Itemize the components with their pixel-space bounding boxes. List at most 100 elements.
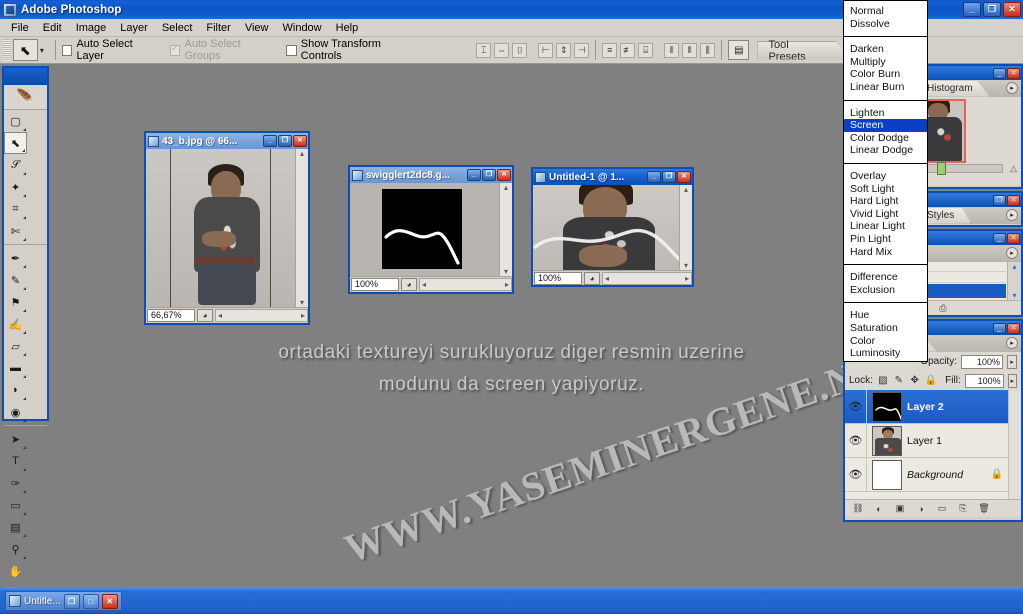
layer-thumbnail[interactable]	[872, 425, 902, 456]
menu-image[interactable]: Image	[69, 21, 114, 35]
toolbox-title-bar[interactable]	[4, 68, 47, 85]
panel-minimize-button[interactable]: _	[993, 322, 1006, 334]
document-window-untitled1[interactable]: Untitled-1 @ 1... _ ❐ ✕ ▴ ▾ 100% ◕ ◂ ▸	[531, 167, 694, 287]
panel-title-bar[interactable]: ❐ ✕	[918, 193, 1021, 207]
blend-mode-pin-light[interactable]: Pin Light	[844, 233, 927, 246]
distribute-vertical-centers-icon[interactable]: ≢	[620, 42, 636, 58]
doc-info-icon[interactable]: ◕	[584, 271, 600, 285]
rectangular-marquee-tool[interactable]: ▢	[4, 110, 27, 132]
magic-wand-tool[interactable]: ✦	[4, 176, 27, 198]
document-horizontal-scrollbar[interactable]: ◂ ▸	[602, 271, 692, 285]
panel-close-button[interactable]: ✕	[1007, 322, 1020, 334]
delete-layer-icon[interactable]: 🗑	[977, 502, 991, 515]
blend-mode-multiply[interactable]: Multiply	[844, 56, 927, 69]
zoom-level-field[interactable]: 100%	[351, 277, 399, 291]
align-right-edges-icon[interactable]: ⊣	[574, 42, 590, 58]
crop-tool[interactable]: ⌗	[4, 198, 27, 220]
taskbar-close-button[interactable]: ✕	[101, 593, 118, 609]
document-maximize-button[interactable]: ❐	[278, 135, 292, 147]
blend-mode-difference[interactable]: Difference	[844, 271, 927, 284]
panel-close-button[interactable]: ✕	[1007, 232, 1020, 244]
zoom-slider[interactable]	[920, 162, 1003, 175]
blend-mode-color-burn[interactable]: Color Burn	[844, 68, 927, 81]
blend-mode-hard-mix[interactable]: Hard Mix	[844, 246, 927, 259]
blend-mode-linear-burn[interactable]: Linear Burn	[844, 81, 927, 94]
blend-mode-color-dodge[interactable]: Color Dodge	[844, 132, 927, 145]
opacity-value-field[interactable]: 100%	[961, 354, 1003, 369]
document-minimize-button[interactable]: _	[647, 171, 661, 183]
taskbar-maximize-button[interactable]: □	[82, 593, 99, 609]
menu-layer[interactable]: Layer	[113, 21, 155, 35]
show-transform-controls-checkbox[interactable]: Show Transform Controls	[286, 38, 420, 62]
rectangle-tool[interactable]: ▭	[4, 494, 27, 516]
actions-scrollbar[interactable]: ▴ ▾	[1007, 262, 1021, 300]
document-title-bar[interactable]: Untitled-1 @ 1... _ ❐ ✕	[533, 169, 692, 185]
blend-mode-screen[interactable]: Screen	[844, 119, 927, 132]
maximize-button[interactable]: ❐	[983, 2, 1001, 17]
notes-tool[interactable]: ▤	[4, 516, 27, 538]
panel-minimize-button[interactable]: _	[993, 232, 1006, 244]
blend-mode-saturation[interactable]: Saturation	[844, 322, 927, 335]
document-horizontal-scrollbar[interactable]: ◂ ▸	[215, 308, 308, 322]
dodge-tool[interactable]: ◉	[4, 401, 27, 423]
blend-mode-color[interactable]: Color	[844, 334, 927, 347]
tool-presets-tab[interactable]: Tool Presets	[757, 40, 850, 60]
blend-mode-dissolve[interactable]: Dissolve	[844, 18, 927, 31]
blend-mode-overlay[interactable]: Overlay	[844, 170, 927, 183]
panel-menu-icon[interactable]: ▸	[1006, 337, 1018, 349]
layer-name[interactable]: Background	[907, 469, 963, 481]
zoom-level-field[interactable]: 66,67%	[147, 308, 195, 322]
fill-stepper[interactable]: ▸	[1007, 373, 1017, 388]
distribute-left-edges-icon[interactable]: ⫴	[664, 42, 680, 58]
document-canvas-untitled1[interactable]: ▴ ▾	[533, 185, 692, 270]
blend-mode-soft-light[interactable]: Soft Light	[844, 183, 927, 196]
layers-scrollbar[interactable]	[1008, 390, 1021, 499]
minimize-button[interactable]: _	[963, 2, 981, 17]
document-window-43b[interactable]: 43_b.jpg @ 66... _ ❐ ✕ ▴ ▾ 66,67% ◕ ◂ ▸	[144, 131, 310, 325]
doc-info-icon[interactable]: ◕	[197, 308, 213, 322]
hand-tool[interactable]: ✋	[4, 560, 27, 582]
align-top-edges-icon[interactable]: ⌶	[476, 42, 492, 58]
close-button[interactable]: ✕	[1003, 2, 1021, 17]
zoom-level-field[interactable]: 100%	[534, 271, 582, 285]
lock-transparent-pixels-icon[interactable]: ▨	[877, 374, 889, 387]
document-canvas-43b[interactable]: ▴ ▾	[146, 149, 308, 307]
new-group-icon[interactable]: ▭	[935, 502, 949, 515]
link-layers-icon[interactable]: ⛓	[851, 502, 865, 515]
panel-minimize-button[interactable]: _	[993, 67, 1006, 79]
panel-menu-icon[interactable]: ▸	[1006, 209, 1018, 221]
zoom-out-icon[interactable]: △	[1010, 163, 1017, 174]
document-minimize-button[interactable]: _	[263, 135, 277, 147]
menu-window[interactable]: Window	[276, 21, 329, 35]
fill-value-field[interactable]: 100%	[964, 373, 1004, 388]
healing-brush-tool[interactable]: ✒	[4, 247, 27, 269]
pen-tool[interactable]: ✑	[4, 472, 27, 494]
menu-file[interactable]: File	[4, 21, 36, 35]
eyedropper-tool[interactable]: ⚲	[4, 538, 27, 560]
table-row[interactable]: 👁 Layer 1	[845, 424, 1021, 458]
chevron-down-icon[interactable]: ▾	[40, 46, 44, 55]
table-row[interactable]: 👁 Layer 2	[845, 390, 1021, 424]
layer-visibility-icon[interactable]: 👁	[845, 424, 867, 457]
menu-filter[interactable]: Filter	[199, 21, 237, 35]
align-horizontal-centers-icon[interactable]: ⇕	[556, 42, 572, 58]
lock-all-icon[interactable]: 🔒	[925, 374, 937, 387]
align-left-edges-icon[interactable]: ⊢	[538, 42, 554, 58]
play-icon[interactable]: ⎙	[939, 303, 946, 314]
move-tool[interactable]: ⬉	[4, 132, 27, 154]
distribute-bottom-edges-icon[interactable]: ⌸	[638, 42, 654, 58]
blend-mode-hue[interactable]: Hue	[844, 309, 927, 322]
document-window-swiggle[interactable]: swigglert2dc8.g... _ ❐ ✕ ▴ ▾ 100% ◕ ◂ ▸	[348, 165, 514, 294]
layer-thumbnail[interactable]	[872, 391, 902, 422]
path-selection-tool[interactable]: ➤	[4, 428, 27, 450]
document-close-button[interactable]: ✕	[677, 171, 691, 183]
tool-presets-icon[interactable]: ▤	[728, 40, 750, 60]
adjustment-layer-icon[interactable]: ◑	[914, 502, 928, 515]
blend-mode-vivid-light[interactable]: Vivid Light	[844, 208, 927, 221]
document-title-bar[interactable]: 43_b.jpg @ 66... _ ❐ ✕	[146, 133, 308, 149]
document-maximize-button[interactable]: ❐	[482, 169, 496, 181]
document-vertical-scrollbar[interactable]: ▴ ▾	[679, 185, 692, 270]
layer-name[interactable]: Layer 2	[907, 401, 944, 413]
current-tool-icon[interactable]: ⬉	[12, 39, 38, 61]
panel-menu-icon[interactable]: ▸	[1006, 82, 1018, 94]
